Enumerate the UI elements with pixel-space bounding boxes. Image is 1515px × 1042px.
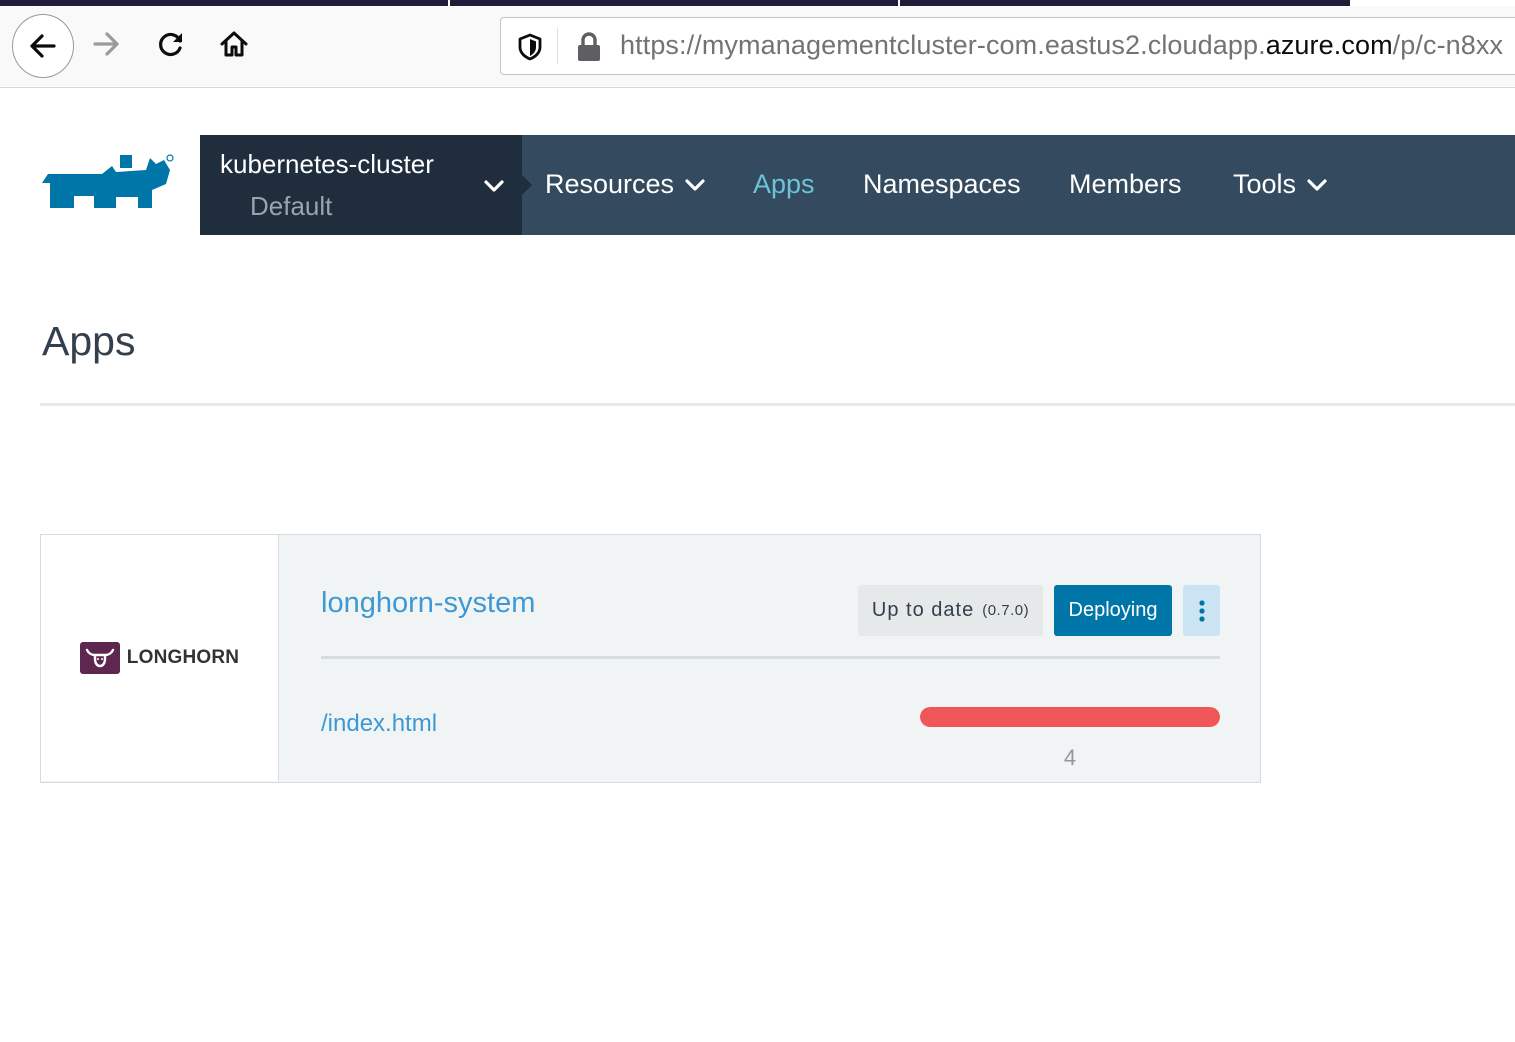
status-label: Up to date [871,599,975,621]
chevron-down-icon [685,178,705,191]
arrow-left-icon [30,34,56,58]
divider [557,28,558,64]
logo-wordmark: LONGHORN [126,647,240,668]
longhorn-mark-icon [79,642,120,674]
workload-count: 4 [1063,745,1077,770]
more-actions-button[interactable] [1183,585,1220,636]
project-name: Default [250,191,333,221]
cluster-name: kubernetes-cluster [220,149,434,179]
reload-button[interactable] [145,18,197,70]
app-version: (0.7.0) [982,602,1030,619]
url-suffix: /p/c-n8xx [1392,30,1504,60]
forward-button[interactable] [80,18,132,70]
main-nav: Resources Apps Namespaces Members Tools [522,135,1515,235]
nav-apps[interactable]: Apps [753,169,815,200]
rancher-logo[interactable] [40,150,175,220]
arrow-right-icon [93,32,119,56]
nav-label: Namespaces [863,169,1021,199]
divider [40,403,1515,406]
back-button[interactable] [12,14,74,78]
deploying-state-button[interactable]: Deploying [1054,585,1172,636]
nav-namespaces[interactable]: Namespaces [863,169,1021,200]
app-logo-panel[interactable]: LONGHORN [41,535,279,781]
page-title: Apps [42,318,136,364]
app-card: LONGHORN longhorn-system Up to date (0.7… [40,534,1261,783]
chevron-down-icon [1307,178,1327,191]
status-badge: Up to date (0.7.0) [858,585,1043,636]
lock-icon[interactable] [575,31,603,63]
shield-icon[interactable] [515,32,545,62]
home-icon [220,31,248,57]
url-text[interactable]: https://mymanagementcluster-com.eastus2.… [620,30,1503,61]
longhorn-logo: LONGHORN [79,642,240,674]
browser-toolbar: https://mymanagementcluster-com.eastus2.… [0,6,1515,88]
url-domain: azure.com [1265,30,1393,60]
url-prefix: https://mymanagementcluster-com.eastus2.… [620,30,1266,60]
app-name-link[interactable]: longhorn-system [321,587,535,620]
nav-tools[interactable]: Tools [1233,169,1328,200]
nav-label: Tools [1233,169,1297,199]
progress-fill [920,707,1220,727]
cluster-switcher[interactable]: kubernetes-cluster Default [200,135,522,235]
nav-label: Apps [753,169,815,199]
divider [321,656,1220,659]
nav-members[interactable]: Members [1069,169,1182,200]
workload-progress-bar [920,707,1220,727]
reload-icon [159,32,182,57]
home-button[interactable] [208,18,260,70]
nav-resources[interactable]: Resources [545,169,706,200]
endpoint-link[interactable]: /index.html [321,710,437,738]
nav-label: Resources [545,169,675,199]
chevron-down-icon [484,180,504,192]
nav-label: Members [1069,169,1182,199]
rancher-cow-icon [42,154,174,208]
address-bar[interactable]: https://mymanagementcluster-com.eastus2.… [500,17,1515,75]
kebab-menu-icon [1198,599,1205,622]
